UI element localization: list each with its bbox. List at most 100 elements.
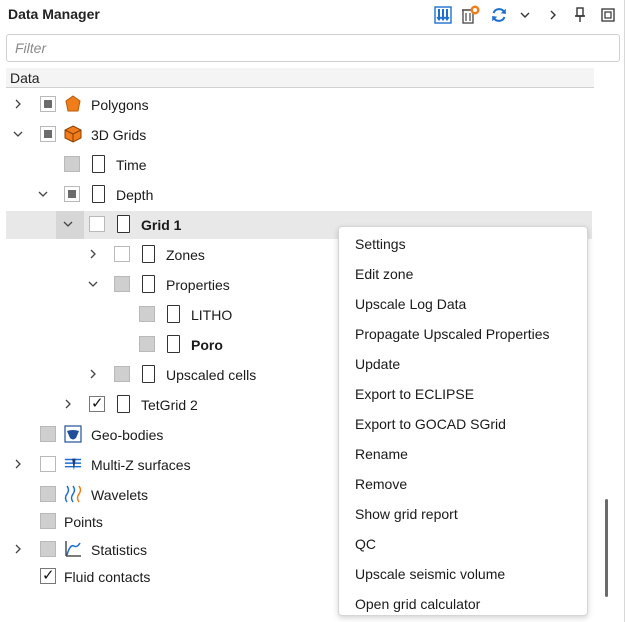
visibility-checkbox[interactable] xyxy=(40,456,56,472)
menu-item-remove[interactable]: Remove xyxy=(339,468,587,498)
menu-item-label: Remove xyxy=(355,476,408,492)
filter-box[interactable] xyxy=(6,34,620,62)
property-icon xyxy=(164,305,182,323)
tree-item-label: 3D Grids xyxy=(91,127,147,143)
menu-item-export-to-eclipse[interactable]: Export to ECLIPSE xyxy=(339,378,587,408)
panel-header: Data Manager xyxy=(0,0,625,30)
filter-input[interactable] xyxy=(7,35,619,61)
menu-item-label: Propagate Upscaled Properties xyxy=(355,326,550,342)
menu-item-label: Show grid report xyxy=(355,506,458,522)
menu-item-show-grid-report[interactable]: Show grid report xyxy=(339,498,587,528)
refresh-icon[interactable] xyxy=(488,4,510,26)
menu-item-label: Open grid calculator xyxy=(355,596,481,612)
tree-item-label: Grid 1 xyxy=(141,217,182,233)
menu-item-label: QC xyxy=(355,536,376,552)
chevron-right-icon[interactable] xyxy=(11,457,25,471)
visibility-checkbox[interactable] xyxy=(114,366,130,382)
menu-item-qc[interactable]: QC xyxy=(339,528,587,558)
data-manager-panel: Data Manager Filter Data Polygons 3D Gri… xyxy=(0,0,625,622)
visibility-checkbox[interactable] xyxy=(40,126,56,142)
tree-item-label: Multi-Z surfaces xyxy=(91,457,191,473)
visibility-checkbox[interactable] xyxy=(40,566,56,584)
panel-title: Data Manager xyxy=(8,6,100,22)
menu-item-upscale-log-data[interactable]: Upscale Log Data xyxy=(339,288,587,318)
tree-item-label: Time xyxy=(116,157,147,173)
polygon-icon xyxy=(64,95,82,113)
chevron-right-icon[interactable] xyxy=(542,4,564,26)
menu-item-open-grid-calculator[interactable]: Open grid calculator xyxy=(339,588,587,618)
menu-item-label: Upscale Log Data xyxy=(355,296,467,312)
visibility-checkbox[interactable] xyxy=(40,96,56,112)
menu-scrollbar[interactable] xyxy=(605,499,608,597)
zones-icon xyxy=(139,245,157,263)
tree-row-time[interactable]: Time xyxy=(6,151,592,179)
menu-item-label: Export to ECLIPSE xyxy=(355,386,475,402)
menu-item-label: Update xyxy=(355,356,401,372)
chevron-right-icon[interactable] xyxy=(11,97,25,111)
delete-data-icon[interactable] xyxy=(460,4,482,26)
menu-item-update[interactable]: Update xyxy=(339,348,587,378)
tree-item-label: Fluid contacts xyxy=(64,569,151,585)
tree-item-label: Depth xyxy=(116,187,154,203)
tree-item-label: Upscaled cells xyxy=(166,367,257,383)
tree-item-label: Zones xyxy=(166,247,205,263)
context-menu: Settings Edit zone Upscale Log Data Prop… xyxy=(338,226,608,618)
menu-item-label: Settings xyxy=(355,236,406,252)
visibility-checkbox[interactable] xyxy=(139,306,155,322)
menu-item-upscale-seismic-volume[interactable]: Upscale seismic volume xyxy=(339,558,587,588)
tree-row-polygons[interactable]: Polygons xyxy=(6,91,592,119)
visibility-checkbox[interactable] xyxy=(40,513,56,529)
tree-item-label: Wavelets xyxy=(91,487,149,503)
tree-row-depth[interactable]: Depth xyxy=(6,181,592,209)
tree-item-label: LITHO xyxy=(191,307,233,323)
chevron-down-icon[interactable] xyxy=(11,127,25,141)
insert-data-icon[interactable] xyxy=(432,4,454,26)
chevron-right-icon[interactable] xyxy=(11,542,25,556)
upscaled-cells-icon xyxy=(139,365,157,383)
menu-item-propagate-upscaled-properties[interactable]: Propagate Upscaled Properties xyxy=(339,318,587,348)
tree-item-label: Poro xyxy=(191,337,223,353)
tree-item-label: Polygons xyxy=(91,97,149,113)
menu-item-label: Upscale seismic volume xyxy=(355,566,506,582)
menu-item-label: Edit zone xyxy=(355,266,414,282)
visibility-checkbox[interactable] xyxy=(114,246,130,262)
visibility-checkbox[interactable] xyxy=(40,486,56,502)
visibility-checkbox[interactable] xyxy=(64,186,80,202)
tree-item-label: TetGrid 2 xyxy=(141,397,198,413)
tree-item-label: Points xyxy=(64,514,103,530)
chevron-down-icon[interactable] xyxy=(514,4,536,26)
menu-item-label: Export to GOCAD SGrid xyxy=(355,416,506,432)
menu-item-label: Rename xyxy=(355,446,408,462)
chevron-right-icon[interactable] xyxy=(61,397,75,411)
property-icon xyxy=(164,335,182,353)
chevron-right-icon[interactable] xyxy=(86,247,100,261)
float-window-icon[interactable] xyxy=(597,4,619,26)
geo-bodies-icon xyxy=(64,425,82,443)
menu-item-settings[interactable]: Settings xyxy=(339,228,587,258)
chevron-down-icon[interactable] xyxy=(36,187,50,201)
visibility-checkbox[interactable] xyxy=(40,541,56,557)
3d-grid-icon xyxy=(64,125,82,143)
tree-item-label: Geo-bodies xyxy=(91,427,164,443)
grid-icon xyxy=(114,215,132,233)
menu-item-edit-zone[interactable]: Edit zone xyxy=(339,258,587,288)
statistics-icon xyxy=(64,540,82,558)
visibility-checkbox[interactable] xyxy=(89,394,105,412)
chevron-down-icon[interactable] xyxy=(61,217,75,231)
column-header-data[interactable]: Data xyxy=(6,68,594,88)
menu-item-rename[interactable]: Rename xyxy=(339,438,587,468)
visibility-checkbox[interactable] xyxy=(89,216,105,232)
visibility-checkbox[interactable] xyxy=(139,336,155,352)
visibility-checkbox[interactable] xyxy=(64,156,80,172)
folder-icon xyxy=(89,155,107,173)
chevron-right-icon[interactable] xyxy=(86,367,100,381)
tree-item-label: Statistics xyxy=(91,542,148,558)
visibility-checkbox[interactable] xyxy=(40,426,56,442)
pin-icon[interactable] xyxy=(569,4,591,26)
visibility-checkbox[interactable] xyxy=(114,276,130,292)
chevron-down-icon[interactable] xyxy=(86,277,100,291)
properties-icon xyxy=(139,275,157,293)
tree-item-label: Properties xyxy=(166,277,230,293)
tree-row-3d-grids[interactable]: 3D Grids xyxy=(6,121,592,149)
menu-item-export-to-gocad-sgrid[interactable]: Export to GOCAD SGrid xyxy=(339,408,587,438)
